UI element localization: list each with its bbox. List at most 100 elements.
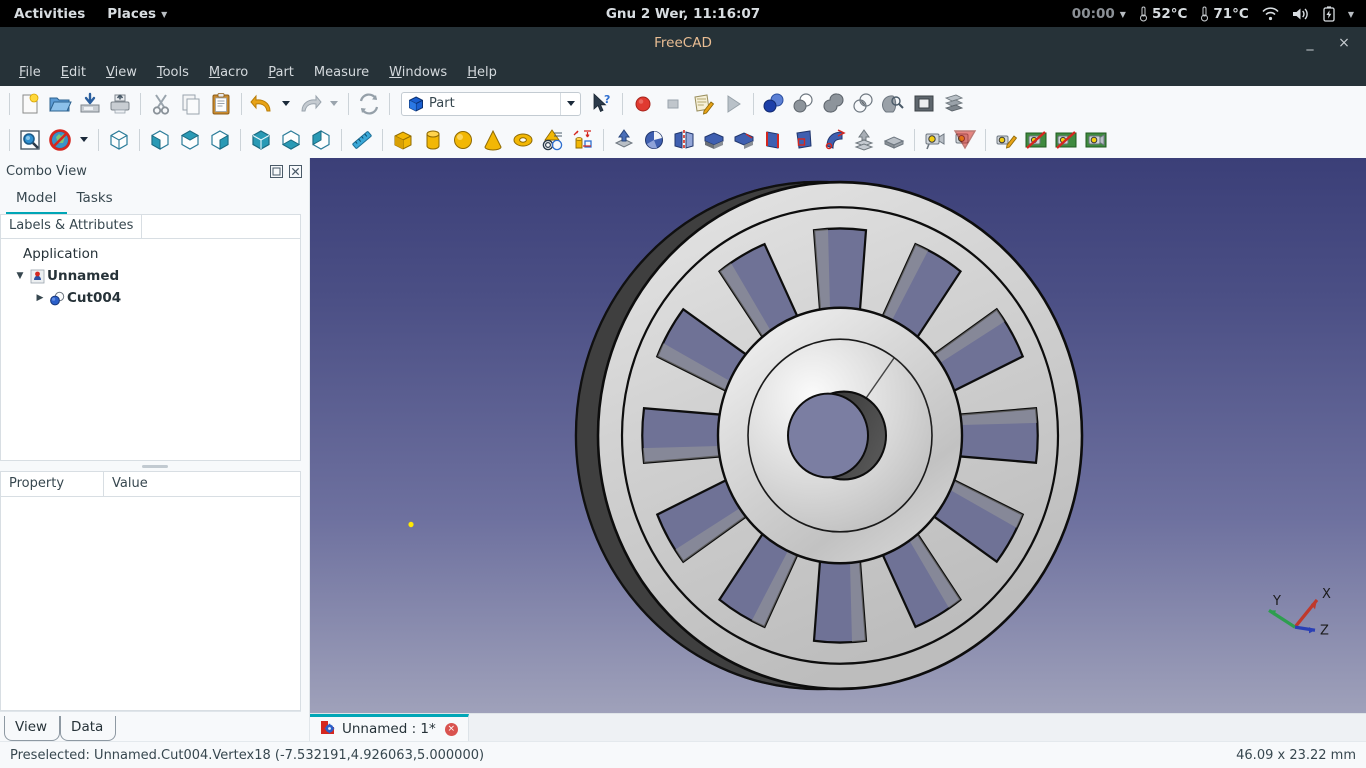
tab-tasks[interactable]: Tasks bbox=[67, 187, 123, 214]
common-button[interactable] bbox=[849, 89, 879, 119]
shadow-off-button[interactable] bbox=[1051, 125, 1081, 155]
menu-tools[interactable]: Tools bbox=[148, 61, 198, 84]
undo-dropdown-button[interactable] bbox=[277, 89, 295, 119]
volume-icon[interactable] bbox=[1292, 7, 1310, 21]
menu-edit[interactable]: Edit bbox=[52, 61, 95, 84]
close-panel-icon[interactable] bbox=[287, 163, 303, 179]
value-column-header[interactable]: Value bbox=[104, 472, 300, 496]
top-view-button[interactable] bbox=[175, 125, 205, 155]
rear-view-button[interactable] bbox=[246, 125, 276, 155]
sweep-button[interactable] bbox=[819, 125, 849, 155]
sphere-primitive-button[interactable] bbox=[448, 125, 478, 155]
section-button[interactable] bbox=[909, 89, 939, 119]
statusbar: Preselected: Unnamed.Cut004.Vertex18 (-7… bbox=[0, 741, 1366, 768]
chevron-down-icon[interactable]: ▼ bbox=[1348, 10, 1354, 19]
undo-button[interactable] bbox=[247, 89, 277, 119]
macro-stop-button[interactable] bbox=[658, 89, 688, 119]
document-tabbar: Unnamed : 1* × bbox=[310, 713, 1366, 741]
collapsed-arrow-icon[interactable]: ▶ bbox=[33, 293, 47, 303]
redo-button[interactable] bbox=[295, 89, 325, 119]
texture-off-button[interactable] bbox=[1021, 125, 1051, 155]
draw-style-dropdown-button[interactable] bbox=[75, 125, 93, 155]
right-view-button[interactable] bbox=[205, 125, 235, 155]
tab-view[interactable]: View bbox=[4, 716, 61, 741]
box-primitive-button[interactable] bbox=[388, 125, 418, 155]
close-icon[interactable]: × bbox=[444, 722, 458, 736]
tree-item-application[interactable]: Application bbox=[1, 243, 300, 265]
expanded-arrow-icon[interactable]: ▼ bbox=[13, 271, 27, 281]
new-document-button[interactable] bbox=[15, 89, 45, 119]
workbench-selector[interactable]: Part bbox=[401, 91, 581, 116]
menu-file[interactable]: File bbox=[10, 61, 50, 84]
check-geometry-button[interactable] bbox=[879, 89, 909, 119]
fillet-button[interactable] bbox=[699, 125, 729, 155]
open-document-button[interactable] bbox=[45, 89, 75, 119]
minimize-button[interactable]: _ bbox=[1302, 36, 1318, 50]
menu-part[interactable]: Part bbox=[259, 61, 303, 84]
refresh-button[interactable] bbox=[354, 89, 384, 119]
menu-measure[interactable]: Measure bbox=[305, 61, 378, 84]
tree-item-cut004[interactable]: ▶ Cut004 bbox=[1, 287, 300, 309]
menu-windows[interactable]: Windows bbox=[380, 61, 456, 84]
macro-execute-button[interactable] bbox=[718, 89, 748, 119]
bottom-view-button[interactable] bbox=[276, 125, 306, 155]
cut-button[interactable] bbox=[146, 89, 176, 119]
print-button[interactable] bbox=[105, 89, 135, 119]
boolean-button[interactable] bbox=[759, 89, 789, 119]
scene-edit-button[interactable] bbox=[991, 125, 1021, 155]
timer-indicator[interactable]: 00:00 ▼ bbox=[1072, 6, 1126, 22]
paste-button[interactable] bbox=[206, 89, 236, 119]
loft-button[interactable] bbox=[789, 125, 819, 155]
float-panel-icon[interactable] bbox=[268, 163, 284, 179]
menu-help[interactable]: Help bbox=[458, 61, 506, 84]
torus-primitive-button[interactable] bbox=[508, 125, 538, 155]
revolve-button[interactable] bbox=[639, 125, 669, 155]
places-menu[interactable]: Places ▼ bbox=[107, 6, 167, 22]
union-button[interactable] bbox=[819, 89, 849, 119]
copy-button[interactable] bbox=[176, 89, 206, 119]
cylinder-primitive-button[interactable] bbox=[418, 125, 448, 155]
tree-item-unnamed[interactable]: ▼ Unnamed bbox=[1, 265, 300, 287]
isometric-view-button[interactable] bbox=[104, 125, 134, 155]
draw-style-button[interactable] bbox=[45, 125, 75, 155]
cone-primitive-button[interactable] bbox=[478, 125, 508, 155]
battery-charging-icon[interactable] bbox=[1323, 5, 1335, 22]
cross-sections-button[interactable] bbox=[939, 89, 969, 119]
ruled-surface-button[interactable] bbox=[759, 125, 789, 155]
tab-data[interactable]: Data bbox=[60, 716, 117, 741]
measure-button[interactable] bbox=[347, 125, 377, 155]
mirror-button[interactable] bbox=[669, 125, 699, 155]
macro-edit-button[interactable] bbox=[688, 89, 718, 119]
camera-button[interactable] bbox=[920, 125, 950, 155]
front-view-button[interactable] bbox=[145, 125, 175, 155]
document-tab-unnamed[interactable]: Unnamed : 1* × bbox=[310, 714, 469, 741]
whats-this-button[interactable]: ? bbox=[587, 89, 617, 119]
viewport-dimensions: 46.09 x 23.22 mm bbox=[1236, 747, 1356, 763]
wifi-icon[interactable] bbox=[1262, 6, 1279, 21]
shape-builder-button[interactable] bbox=[538, 125, 568, 155]
menu-macro[interactable]: Macro bbox=[200, 61, 257, 84]
redo-dropdown-button[interactable] bbox=[325, 89, 343, 119]
cut-solid-button[interactable] bbox=[789, 89, 819, 119]
offset-button[interactable] bbox=[849, 125, 879, 155]
3d-viewport[interactable]: X Y Z bbox=[310, 158, 1366, 713]
clipping-plane-button[interactable] bbox=[950, 125, 980, 155]
workbench-dropdown-arrow[interactable] bbox=[560, 92, 580, 115]
property-column-header[interactable]: Property bbox=[1, 472, 104, 496]
chamfer-button[interactable] bbox=[729, 125, 759, 155]
primitives-button[interactable] bbox=[568, 125, 598, 155]
close-button[interactable]: × bbox=[1336, 36, 1352, 50]
panel-splitter[interactable] bbox=[0, 461, 309, 471]
extrude-button[interactable] bbox=[609, 125, 639, 155]
tab-model[interactable]: Model bbox=[6, 187, 67, 214]
gnome-clock[interactable]: Gnu 2 Wer, 11:16:07 bbox=[606, 6, 760, 22]
render-button[interactable] bbox=[1081, 125, 1111, 155]
macro-record-button[interactable] bbox=[628, 89, 658, 119]
left-view-button[interactable] bbox=[306, 125, 336, 155]
activities-button[interactable]: Activities bbox=[14, 6, 85, 22]
thickness-button[interactable] bbox=[879, 125, 909, 155]
save-document-button[interactable] bbox=[75, 89, 105, 119]
tree-header-labels[interactable]: Labels & Attributes bbox=[1, 215, 143, 238]
fit-all-button[interactable] bbox=[15, 125, 45, 155]
menu-view[interactable]: View bbox=[97, 61, 146, 84]
